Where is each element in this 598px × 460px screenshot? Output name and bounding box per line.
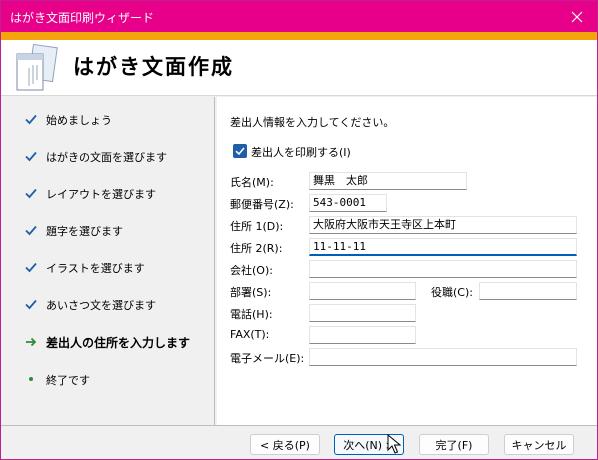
address1-field[interactable]: 大阪府大阪市天王寺区上本町 xyxy=(309,216,577,234)
print-sender-label[interactable]: 差出人を印刷する(I) xyxy=(251,144,351,160)
email-label: 電子メール(E): xyxy=(230,352,305,365)
step-item-start: 始めましょう xyxy=(2,109,215,131)
cancel-button[interactable]: キャンセル xyxy=(504,434,574,455)
step-item-finish: 終了です xyxy=(2,369,215,391)
wizard-header: はがき文面作成 xyxy=(1,40,597,96)
checkmark-icon xyxy=(25,114,37,125)
checkmark-icon xyxy=(25,299,37,310)
arrow-right-icon xyxy=(26,337,37,347)
finish-button[interactable]: 完了(F) xyxy=(419,434,489,455)
department-label: 部署(S): xyxy=(230,286,272,299)
window-title: はがき文面印刷ウィザード xyxy=(10,11,155,25)
step-item-greeting: あいさつ文を選びます xyxy=(2,294,215,316)
checkmark-icon xyxy=(25,262,37,273)
phone-field[interactable] xyxy=(309,304,416,322)
step-item-layout: レイアウトを選びます xyxy=(2,183,215,205)
name-field[interactable]: 舞黒 太郎 xyxy=(309,172,467,190)
close-button[interactable] xyxy=(557,1,597,32)
wizard-footer: < 戻る(P) 次へ(N) > 完了(F) キャンセル xyxy=(1,425,597,459)
wizard-steps: 始めましょう はがきの文面を選びます レイアウトを選びます 題字を選びます イラ… xyxy=(2,97,215,425)
phone-label: 電話(H): xyxy=(230,308,273,321)
mouse-pointer-icon xyxy=(387,434,401,454)
job-title-field[interactable] xyxy=(479,282,577,300)
postal-code-label: 郵便番号(Z): xyxy=(230,198,294,211)
address1-label: 住所 1(D): xyxy=(230,220,284,233)
checkmark-icon xyxy=(25,151,37,162)
address2-field[interactable]: 11-11-11 xyxy=(309,238,577,256)
fax-field[interactable] xyxy=(309,326,416,344)
job-title-label: 役職(C): xyxy=(431,286,473,299)
close-icon xyxy=(571,11,583,22)
document-stack-icon xyxy=(16,44,58,91)
company-label: 会社(O): xyxy=(230,264,273,277)
company-field[interactable] xyxy=(309,260,577,278)
step-label: 差出人の住所を入力します xyxy=(46,336,191,350)
step-label: イラストを選びます xyxy=(46,262,145,275)
address2-label: 住所 2(R): xyxy=(230,242,283,255)
step-label: はがきの文面を選びます xyxy=(46,151,167,164)
bullet-dot-icon xyxy=(29,377,33,381)
checkmark-icon xyxy=(25,225,37,236)
email-field[interactable] xyxy=(309,348,577,366)
department-field[interactable] xyxy=(309,282,416,300)
step-label: 終了です xyxy=(46,374,90,387)
step-item-illustration: イラストを選びます xyxy=(2,257,215,279)
step-label: 題字を選びます xyxy=(46,225,123,238)
checkmark-icon xyxy=(235,147,245,156)
title-bar: はがき文面印刷ウィザード xyxy=(1,1,597,32)
step-item-title: 題字を選びます xyxy=(2,220,215,242)
checkmark-icon xyxy=(25,188,37,199)
step-label: レイアウトを選びます xyxy=(46,188,156,201)
step-label: 始めましょう xyxy=(46,114,112,127)
step-item-design: はがきの文面を選びます xyxy=(2,146,215,168)
accent-bar xyxy=(1,32,597,40)
postal-code-field[interactable]: 543-0001 xyxy=(309,194,387,212)
sender-form: 差出人情報を入力してください。 差出人を印刷する(I) 氏名(M): 舞黒 太郎… xyxy=(217,97,597,425)
fax-label: FAX(T): xyxy=(230,328,270,341)
wizard-window: はがき文面印刷ウィザード はがき文面作成 始めましょう はがきの文面を選びます xyxy=(0,0,598,460)
form-instruction: 差出人情報を入力してください。 xyxy=(230,116,395,129)
print-sender-checkbox[interactable] xyxy=(233,144,247,158)
back-button[interactable]: < 戻る(P) xyxy=(250,434,320,455)
name-label: 氏名(M): xyxy=(230,176,274,189)
page-heading: はがき文面作成 xyxy=(73,55,234,79)
step-label: あいさつ文を選びます xyxy=(46,299,156,312)
step-item-sender: 差出人の住所を入力します xyxy=(2,332,215,354)
